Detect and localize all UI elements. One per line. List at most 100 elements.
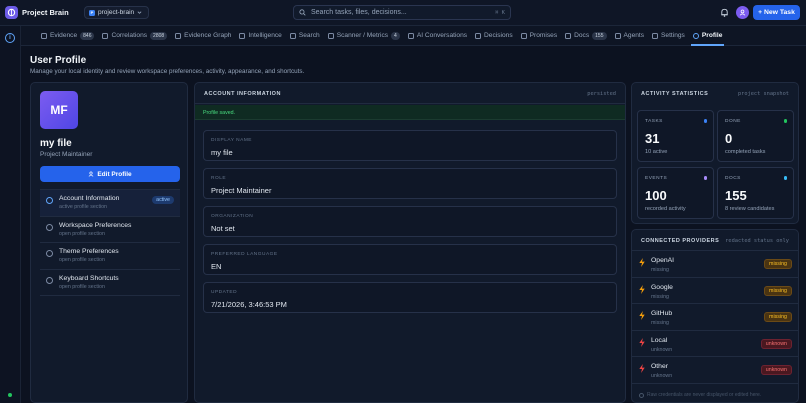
search-icon: [299, 9, 306, 16]
profile-icon: [692, 32, 699, 39]
project-icon: P: [89, 9, 95, 16]
activity-section-title: ACTIVITY STATISTICS: [641, 91, 709, 97]
field-value: my file: [211, 148, 233, 157]
tab-settings[interactable]: Settings: [648, 26, 689, 46]
tab-promises[interactable]: Promises: [517, 26, 561, 46]
user-icon: [88, 171, 94, 177]
stat-value: 31: [645, 131, 660, 146]
docs-icon: [565, 32, 572, 39]
app-title: Project Brain: [22, 8, 69, 17]
providers-footer-text: Raw credentials are never displayed or e…: [647, 392, 762, 398]
profile-nav-workspace-preferences[interactable]: Workspace Preferences open profile sectio…: [40, 217, 180, 243]
tab-bar: Evidence 846 Correlations 2808 Evidence Grap…: [21, 26, 806, 46]
tab-intelligence[interactable]: Intelligence: [235, 26, 285, 46]
field-label: DISPLAY NAME: [211, 138, 253, 143]
provider-status: missing: [651, 293, 669, 300]
scanner-metrics-icon: [327, 32, 334, 39]
tab-docs[interactable]: Docs 155: [561, 26, 610, 46]
tab-evidence[interactable]: Evidence 846: [37, 26, 98, 46]
provider-row-github[interactable]: GitHub missing missing: [632, 304, 798, 331]
profile-nav-sub: open profile section: [59, 230, 105, 237]
tab-label: Agents: [623, 32, 645, 39]
field-value: 7/21/2026, 3:46:53 PM: [211, 300, 287, 309]
profile-nav-label: Workspace Preferences: [59, 221, 132, 229]
tab-search[interactable]: Search: [286, 26, 324, 46]
stat-label: DONE: [725, 119, 741, 124]
stat-value: 100: [645, 188, 667, 203]
provider-row-openai[interactable]: OpenAI missing missing: [632, 251, 798, 278]
status-dot: [783, 119, 787, 123]
lightning-icon: [639, 284, 645, 294]
provider-row-google[interactable]: Google missing missing: [632, 278, 798, 304]
settings-icon: [652, 32, 659, 39]
project-selector[interactable]: P project-brain: [84, 6, 150, 19]
tab-evidence-graph[interactable]: Evidence Graph: [171, 26, 235, 46]
stat-sub: completed tasks: [725, 149, 766, 155]
intelligence-icon: [239, 32, 246, 39]
field-label: ORGANIZATION: [211, 214, 254, 219]
tab-correlations[interactable]: Correlations 2808: [98, 26, 171, 46]
agents-icon: [614, 32, 621, 39]
field-role[interactable]: ROLE Project Maintainer: [203, 168, 617, 199]
tab-ai-conversations[interactable]: AI Conversations: [404, 26, 471, 46]
provider-status: unknown: [651, 346, 673, 353]
evidence-graph-icon: [175, 32, 182, 39]
edit-profile-button[interactable]: Edit Profile: [40, 166, 180, 182]
info-icon[interactable]: i: [5, 33, 15, 43]
field-display-name[interactable]: DISPLAY NAME my file: [203, 130, 617, 161]
search-bar[interactable]: Search tasks, files, decisions... ⌘ K: [293, 5, 511, 20]
workspace-preferences-icon: [46, 223, 53, 231]
tab-label: Decisions: [484, 32, 513, 39]
tab-label: AI Conversations: [416, 32, 468, 39]
tab-scanner-metrics[interactable]: Scanner / Metrics 4: [324, 26, 404, 46]
account-section-title: ACCOUNT INFORMATION: [204, 91, 281, 97]
status-dot: [8, 393, 12, 397]
tab-label: Correlations: [111, 32, 148, 39]
provider-row-local[interactable]: Local unknown unknown: [632, 331, 798, 357]
new-task-button[interactable]: + New Task: [753, 5, 800, 20]
tab-count-badge: 155: [592, 31, 607, 40]
lightning-icon: [639, 337, 645, 347]
tab-agents[interactable]: Agents: [611, 26, 649, 46]
theme-preferences-icon: [46, 250, 53, 257]
provider-name: Local: [651, 336, 668, 344]
search-placeholder: Search tasks, files, decisions...: [311, 9, 407, 16]
profile-name: my file: [40, 138, 72, 149]
profile-nav-theme-preferences[interactable]: Theme Preferences open profile section: [40, 243, 180, 270]
tab-label: Scanner / Metrics: [336, 32, 389, 39]
profile-role: Project Maintainer: [40, 151, 93, 158]
tab-label: Profile: [701, 32, 723, 39]
lightning-icon: [639, 364, 645, 373]
profile-section-nav: Account Information active profile sectio…: [40, 189, 180, 296]
tab-count-badge: 4: [391, 31, 400, 40]
bell-icon[interactable]: [720, 8, 729, 17]
user-icon: [739, 9, 746, 16]
status-dot: [783, 176, 787, 180]
provider-name: Google: [651, 283, 673, 291]
profile-nav-label: Keyboard Shortcuts: [59, 274, 119, 282]
provider-status: missing: [651, 267, 669, 273]
save-notice: Profile saved.: [195, 105, 625, 120]
connected-providers-card: CONNECTED PROVIDERS redacted status only…: [631, 229, 799, 403]
user-avatar[interactable]: [736, 6, 749, 19]
field-organization[interactable]: ORGANIZATION Not set: [203, 206, 617, 237]
correlations-icon: [102, 32, 109, 39]
tab-decisions[interactable]: Decisions: [471, 26, 517, 46]
field-label: UPDATED: [211, 290, 238, 295]
active-badge: active: [152, 196, 174, 204]
field-preferred-language[interactable]: PREFERRED LANGUAGE EN: [203, 244, 617, 275]
tab-label: Evidence: [50, 32, 78, 39]
provider-row-other[interactable]: Other unknown unknown: [632, 357, 798, 384]
project-name: project-brain: [98, 9, 135, 16]
providers-header: CONNECTED PROVIDERS redacted status only: [632, 230, 798, 251]
profile-avatar: MF: [40, 91, 78, 129]
provider-status-badge: missing: [764, 285, 792, 296]
save-message: Profile saved.: [203, 110, 236, 116]
field-updated[interactable]: UPDATED 7/21/2026, 3:46:53 PM: [203, 282, 617, 313]
account-card-header: ACCOUNT INFORMATION persisted: [195, 83, 625, 104]
stat-sub: 10 active: [645, 149, 668, 155]
tab-profile[interactable]: Profile: [689, 26, 727, 46]
profile-nav-keyboard-shortcuts[interactable]: Keyboard Shortcuts open profile section: [40, 270, 180, 296]
profile-nav-account-information[interactable]: Account Information active profile sectio…: [40, 190, 180, 217]
profile-nav-sub: open profile section: [59, 283, 105, 290]
